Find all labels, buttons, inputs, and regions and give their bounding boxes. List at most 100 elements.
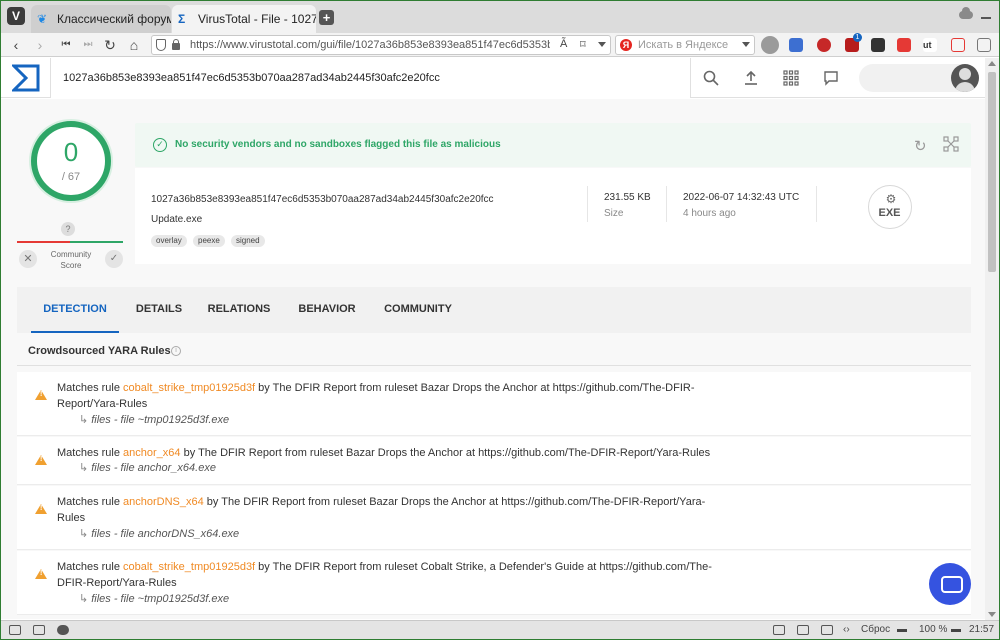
extension-ut-icon[interactable]: ut: [923, 38, 937, 52]
url-dropdown-icon[interactable]: [598, 42, 606, 47]
rule-name-link[interactable]: anchorDNS_x64: [123, 496, 204, 508]
apps-button[interactable]: [771, 58, 811, 98]
info-icon[interactable]: i: [171, 346, 181, 356]
virustotal-favicon-icon: Σ: [178, 12, 186, 26]
home-icon[interactable]: ⌂: [125, 36, 143, 54]
file-name: Update.exe: [151, 214, 203, 225]
rule-name-link[interactable]: cobalt_strike_tmp01925d3f: [123, 561, 255, 573]
search-input[interactable]: [51, 58, 691, 98]
rule-files: ↳ files - file anchor_x64.exe: [79, 461, 216, 474]
reload-icon[interactable]: ↻: [101, 36, 119, 54]
yara-rule-text: Matches rule anchorDNS_x64 by The DFIR R…: [57, 494, 727, 526]
scroll-down-icon[interactable]: [988, 612, 996, 617]
user-menu[interactable]: [859, 64, 979, 92]
detection-score: 0 / 67: [31, 121, 111, 201]
rule-files-text: files - file ~tmp01925d3f.exe: [91, 414, 230, 426]
search-button[interactable]: [691, 58, 731, 98]
tab-virustotal[interactable]: Σ VirusTotal - File - 1027a36b: [172, 5, 316, 33]
yara-section-title: Crowdsourced YARA Rules: [28, 345, 171, 357]
detection-count: 0: [63, 137, 79, 167]
vote-malicious-button[interactable]: ✕: [19, 250, 37, 268]
panel-toggle-icon[interactable]: [9, 625, 21, 635]
yara-rule-item: Matches rule anchorDNS_x64 by The DFIR R…: [17, 486, 971, 550]
check-circle-icon: ✓: [153, 138, 167, 152]
rule-name-link[interactable]: cobalt_strike_tmp01925d3f: [123, 382, 255, 394]
tab-details[interactable]: DETAILS: [127, 287, 191, 333]
scroll-thumb[interactable]: [988, 72, 996, 272]
translate-icon[interactable]: A͂: [560, 38, 567, 50]
bird-icon: ❦: [37, 12, 48, 26]
file-tag[interactable]: signed: [231, 235, 265, 247]
subitem-arrow-icon: ↳: [79, 414, 89, 426]
vote-harmless-button[interactable]: ✓: [105, 250, 123, 268]
url-text[interactable]: https://www.virustotal.com/gui/file/1027…: [190, 39, 550, 51]
url-field[interactable]: https://www.virustotal.com/gui/file/1027…: [151, 35, 611, 55]
analysis-date-relative: 4 hours ago: [683, 208, 736, 219]
comments-button[interactable]: [811, 58, 851, 98]
zoom-slider-icon[interactable]: ▬: [951, 624, 961, 635]
search-dropdown-icon[interactable]: [742, 42, 750, 47]
translate-extension-icon[interactable]: [789, 38, 803, 52]
sync-cloud-icon[interactable]: [57, 625, 69, 635]
sync-cloud-icon[interactable]: [959, 7, 973, 19]
extension-puzzle-icon[interactable]: [977, 38, 991, 52]
forward-icon[interactable]: ›: [31, 36, 49, 54]
main-content: 0 / 67 ? ✕ Community Score ✓ ✓ No securi…: [1, 99, 985, 619]
tab-community[interactable]: COMMUNITY: [375, 287, 461, 333]
extension-flag-icon[interactable]: [897, 38, 911, 52]
address-toolbar: ‹ › ⏮ ⏭ ↻ ⌂ https://www.virustotal.com/g…: [1, 33, 999, 57]
extension-chart-icon[interactable]: [951, 38, 965, 52]
fast-forward-icon[interactable]: ⏭: [79, 36, 97, 54]
rule-prefix: Matches rule: [57, 561, 124, 573]
yara-rule-item: Matches rule cobalt_strike_tmp01925d3f b…: [17, 551, 971, 615]
help-icon[interactable]: ?: [61, 222, 75, 236]
profile-avatar-icon[interactable]: [761, 36, 779, 54]
minimize-icon[interactable]: [981, 17, 991, 19]
extension-icon[interactable]: [817, 38, 831, 52]
tiling-icon[interactable]: [33, 625, 45, 635]
tab-virustotal-label: VirusTotal - File - 1027a36b: [198, 12, 316, 26]
rewind-icon[interactable]: ⏮: [57, 36, 75, 54]
rule-files: ↳ files - file anchorDNS_x64.exe: [79, 527, 239, 540]
reanalyze-icon[interactable]: ↻: [914, 137, 927, 155]
rule-files-text: files - file anchor_x64.exe: [91, 462, 216, 474]
warning-icon: [35, 504, 47, 514]
search-placeholder[interactable]: Искать в Яндексе: [638, 39, 728, 51]
zoom-level[interactable]: 100 %: [919, 624, 947, 635]
upload-button[interactable]: [731, 58, 771, 98]
chat-support-button[interactable]: [929, 563, 971, 605]
zoom-slider-icon[interactable]: ▬: [897, 624, 907, 635]
scroll-up-icon[interactable]: [988, 61, 996, 66]
tab-detection[interactable]: DETECTION: [31, 287, 119, 333]
tab-behavior[interactable]: BEHAVIOR: [289, 287, 365, 333]
zoom-reset-button[interactable]: Сброс: [861, 624, 890, 635]
search-engine-field[interactable]: Я Искать в Яндексе: [615, 35, 755, 55]
page-scrollbar[interactable]: [985, 58, 999, 620]
image-icon[interactable]: [821, 625, 833, 635]
graph-icon[interactable]: [943, 136, 959, 152]
file-tag[interactable]: peexe: [193, 235, 225, 247]
user-avatar[interactable]: [951, 64, 979, 92]
divider: [587, 186, 588, 222]
camera-icon[interactable]: [773, 625, 785, 635]
code-icon[interactable]: ‹›: [843, 624, 850, 635]
bookmark-icon[interactable]: ⌑: [580, 38, 586, 51]
window-icon[interactable]: [797, 625, 809, 635]
new-tab-button[interactable]: +: [319, 10, 334, 25]
rule-name-link[interactable]: anchor_x64: [123, 447, 181, 459]
tab-relations[interactable]: RELATIONS: [199, 287, 279, 333]
divider: [666, 186, 667, 222]
extension-grid-icon[interactable]: [871, 38, 885, 52]
file-tag[interactable]: overlay: [151, 235, 187, 247]
yandex-icon: Я: [620, 39, 632, 51]
back-icon[interactable]: ‹: [7, 36, 25, 54]
yara-rule-text: Matches rule anchor_x64 by The DFIR Repo…: [57, 445, 727, 461]
apps-grid-icon: [783, 70, 799, 86]
upload-icon: [745, 70, 757, 85]
vivaldi-menu-icon[interactable]: V: [7, 7, 25, 25]
lock-icon[interactable]: [172, 39, 180, 50]
shield-icon[interactable]: [156, 39, 166, 51]
virustotal-logo-icon[interactable]: [1, 58, 51, 98]
tab-forum-label: Классический форум-трек: [57, 12, 171, 26]
tab-forum[interactable]: ❦ Классический форум-трек: [31, 5, 171, 33]
